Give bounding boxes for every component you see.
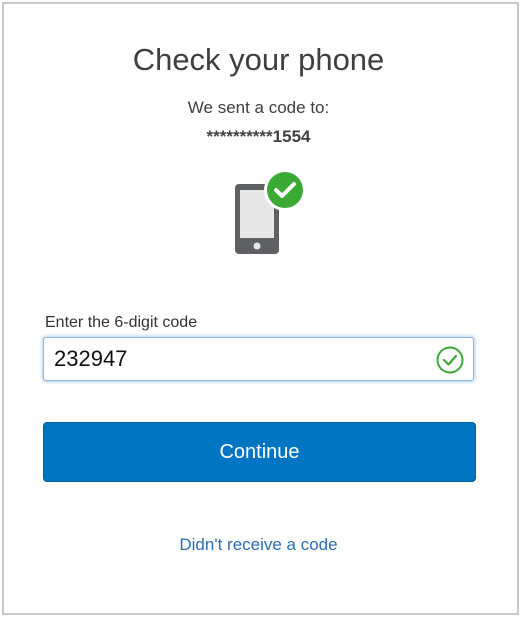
resend-code-link[interactable]: Didn't receive a code	[0, 535, 519, 555]
verification-card	[4, 4, 517, 613]
continue-button[interactable]: Continue	[43, 422, 476, 482]
check-circle-outline-icon	[436, 346, 464, 374]
phone-verified-illustration	[233, 169, 306, 256]
masked-phone-number: **********1554	[206, 127, 311, 146]
check-circle-icon	[264, 169, 306, 211]
sent-code-text: We sent a code to:	[187, 98, 330, 117]
page-title: Check your phone	[132, 42, 385, 77]
verification-dialog	[2, 2, 519, 615]
code-field-label: Enter the 6-digit code	[45, 314, 198, 331]
code-input-wrapper[interactable]	[43, 337, 474, 381]
code-input[interactable]	[54, 338, 424, 380]
